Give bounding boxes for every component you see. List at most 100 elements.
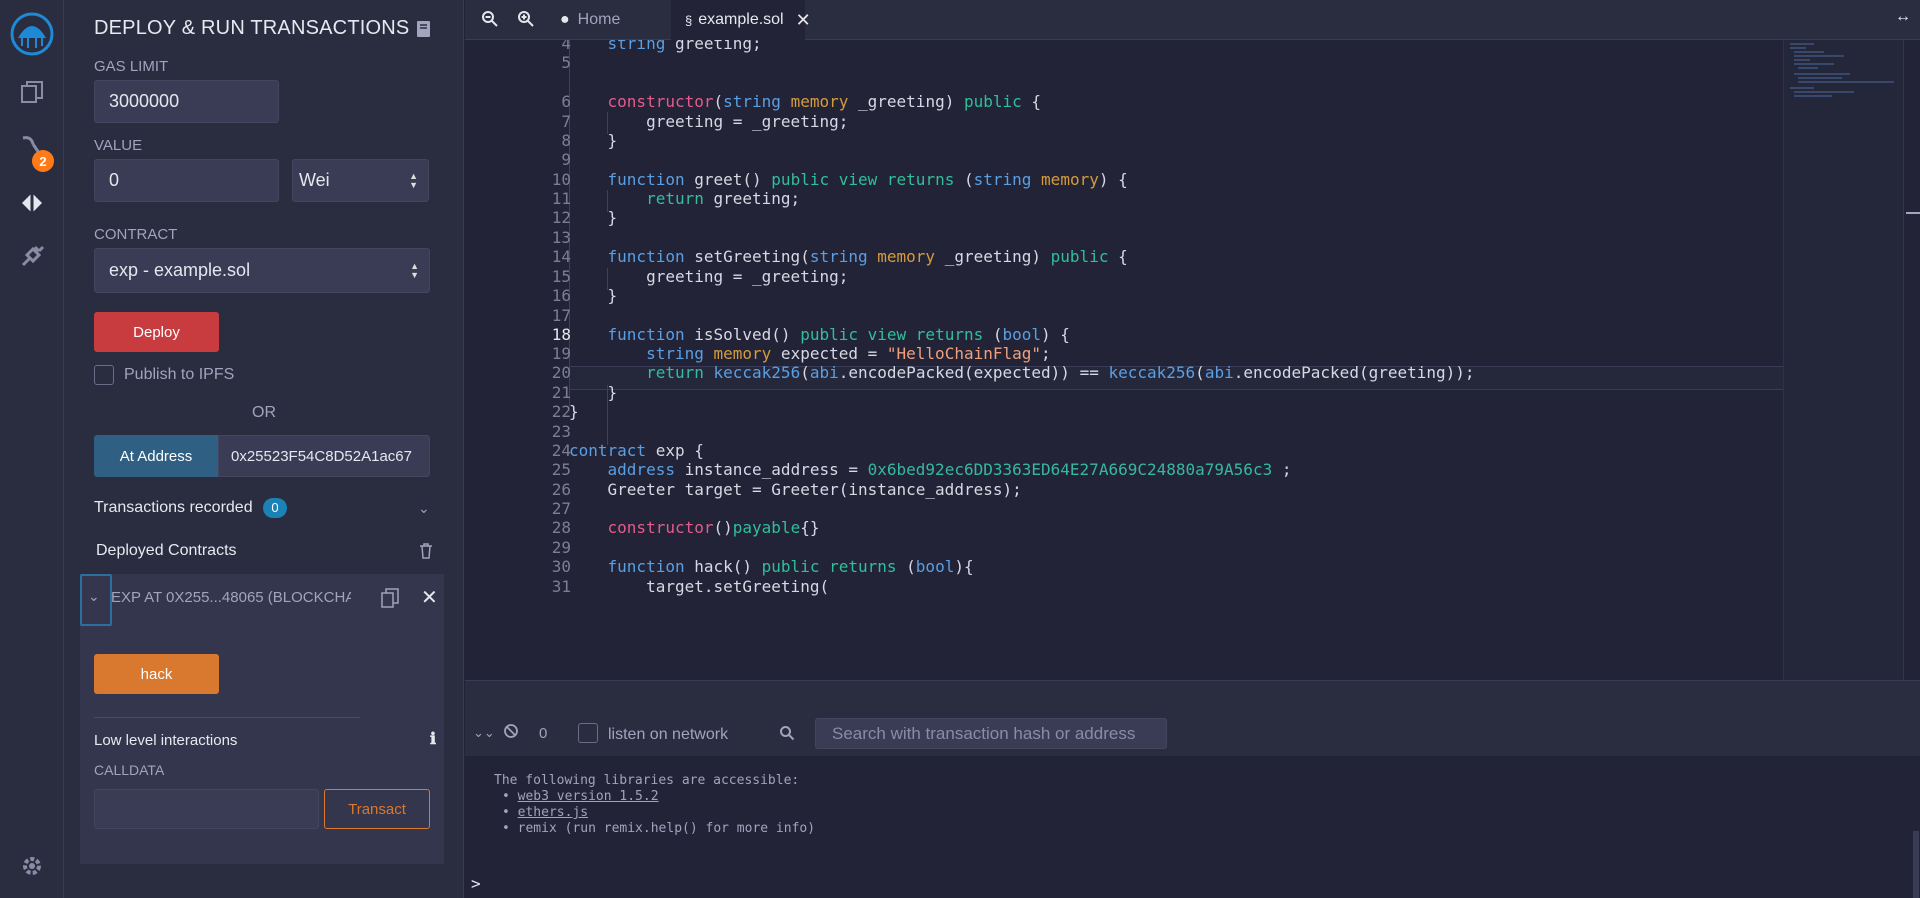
line-number: 22 [551,402,571,421]
code-line: string memory expected = "HelloChainFlag… [646,344,1051,363]
transactions-count-badge: 0 [263,498,288,518]
line-number: 21 [551,383,571,402]
tab-file-label: example.sol [698,11,784,28]
contract-select-label: exp - example.sol [109,260,251,280]
panel-title: DEPLOY & RUN TRANSACTIONS [94,17,410,39]
code-line: target.setGreeting( [569,577,830,596]
value-input[interactable]: 0 [94,159,279,202]
tab-home[interactable]: ● Home [560,0,662,40]
zoom-in-icon[interactable] [517,10,535,33]
low-level-label: Low level interactions [94,732,238,749]
instance-expand-toggle[interactable]: ⌄ [80,574,112,626]
copy-address-icon[interactable] [381,588,399,613]
listen-network-label: listen on network [608,726,729,743]
line-number: 18 [551,325,571,344]
at-address-button[interactable]: At Address [94,435,218,477]
hack-button[interactable]: hack [94,654,219,694]
line-number: 14 [551,247,571,266]
select-arrows-icon: ▲ ▼ [410,260,419,280]
code-line: } [569,208,618,227]
terminal-prompt[interactable]: > [471,874,481,893]
terminal-intro: The following libraries are accessible: [494,773,800,788]
publish-ipfs-checkbox[interactable] [94,365,114,385]
home-icon: ● [560,11,570,28]
at-address-input[interactable]: 0x25523F54C8D52A1ac67 [218,435,430,477]
code-line: constructor()payable{} [607,518,820,537]
deployed-contract-instance: ⌄ EXP AT 0X255...48065 (BLOCKCHAI ✕ hack… [80,574,444,864]
transactions-recorded-label: Transactions recorded [94,499,253,516]
info-icon[interactable]: ℹ [430,729,436,749]
terminal-toolbar: ⌄⌄ 0 listen on network Search with trans… [465,680,1920,756]
code-editor[interactable]: 4 5 6 7 8 9 10 11 12 13 14 15 16 17 18 19 20 21 22 23 24 25 26… [465,40,1920,680]
or-separator: OR [252,404,276,421]
zoom-out-icon[interactable] [481,10,499,33]
remix-logo-icon[interactable] [8,10,56,58]
editor-minimap[interactable] [1783,40,1903,680]
gas-limit-label: GAS LIMIT [94,58,169,75]
pending-tx-count: 0 [539,725,548,742]
listen-network-checkbox[interactable] [578,723,598,743]
code-line: function hack() public returns (bool){ [607,557,974,576]
transactions-recorded[interactable]: Transactions recorded 0 [94,498,288,518]
chevron-down-icon[interactable]: ⌄ [418,500,430,517]
publish-ipfs-label: Publish to IPFS [124,366,235,383]
line-number: 15 [551,267,571,286]
line-number: 5 [561,53,571,72]
code-line: function greet() public view returns (st… [607,170,1128,189]
line-number: 17 [551,306,571,325]
plugin-manager-icon[interactable] [16,240,48,272]
terminal-scrollbar[interactable] [1913,831,1919,898]
clear-console-icon[interactable] [503,723,519,744]
calldata-label: CALLDATA [94,762,165,778]
code-line: } [569,402,579,421]
line-number: 8 [561,131,571,150]
tab-example-sol[interactable]: § example.sol ✕ [671,0,811,40]
solidity-file-icon: § [685,12,693,28]
calldata-input[interactable] [94,789,319,829]
ethers-link[interactable]: ethers.js [518,805,588,820]
value-unit-select[interactable]: Wei ▲ ▼ [292,159,429,202]
documentation-icon[interactable] [416,20,432,43]
line-number: 10 [551,170,571,189]
code-line: return greeting; [646,189,801,208]
search-icon [779,725,795,746]
remove-instance-icon[interactable]: ✕ [421,585,438,610]
divider [94,717,360,718]
line-number: 29 [551,538,571,557]
code-line: constructor(string memory _greeting) pub… [607,92,1042,111]
transaction-search-input[interactable]: Search with transaction hash or address [815,718,1167,749]
line-number: 30 [551,557,571,576]
line-number: 19 [551,344,571,363]
deployed-contracts-label: Deployed Contracts [96,542,237,559]
gas-limit-input[interactable]: 3000000 [94,80,279,123]
contract-select[interactable]: exp - example.sol ▲ ▼ [94,248,430,293]
line-number: 20 [551,363,571,382]
value-label: VALUE [94,137,143,154]
deploy-button[interactable]: Deploy [94,312,219,352]
line-number: 4 [561,40,571,53]
line-number: 11 [551,189,571,208]
code-line: } [569,383,618,402]
code-line: contract exp { [569,441,704,460]
file-explorer-icon[interactable] [16,76,48,108]
expand-icon[interactable]: ↔ [1895,8,1911,26]
editor-scrollbar[interactable] [1903,40,1920,680]
terminal-lib-item: • web3 version 1.5.2 [502,789,659,804]
icon-bar: 2 [0,0,64,898]
close-tab-icon[interactable]: ✕ [796,10,811,31]
tab-home-label: Home [577,11,621,28]
line-number: 28 [551,518,571,537]
trash-icon[interactable] [419,543,433,564]
deploy-run-icon[interactable] [16,187,48,219]
collapse-terminal-icon[interactable]: ⌄⌄ [473,725,495,741]
code-line: return keccak256(abi.encodePacked(expect… [646,363,1475,382]
line-number: 7 [561,112,571,131]
web3-link[interactable]: web3 version 1.5.2 [518,789,659,804]
value-unit-label: Wei [299,170,330,190]
code-line: } [569,131,618,150]
transact-button[interactable]: Transact [324,789,430,829]
line-number: 13 [551,228,571,247]
code-line: greeting = _greeting; [569,112,849,131]
settings-gear-icon[interactable] [16,850,48,882]
line-number: 25 [551,460,571,479]
